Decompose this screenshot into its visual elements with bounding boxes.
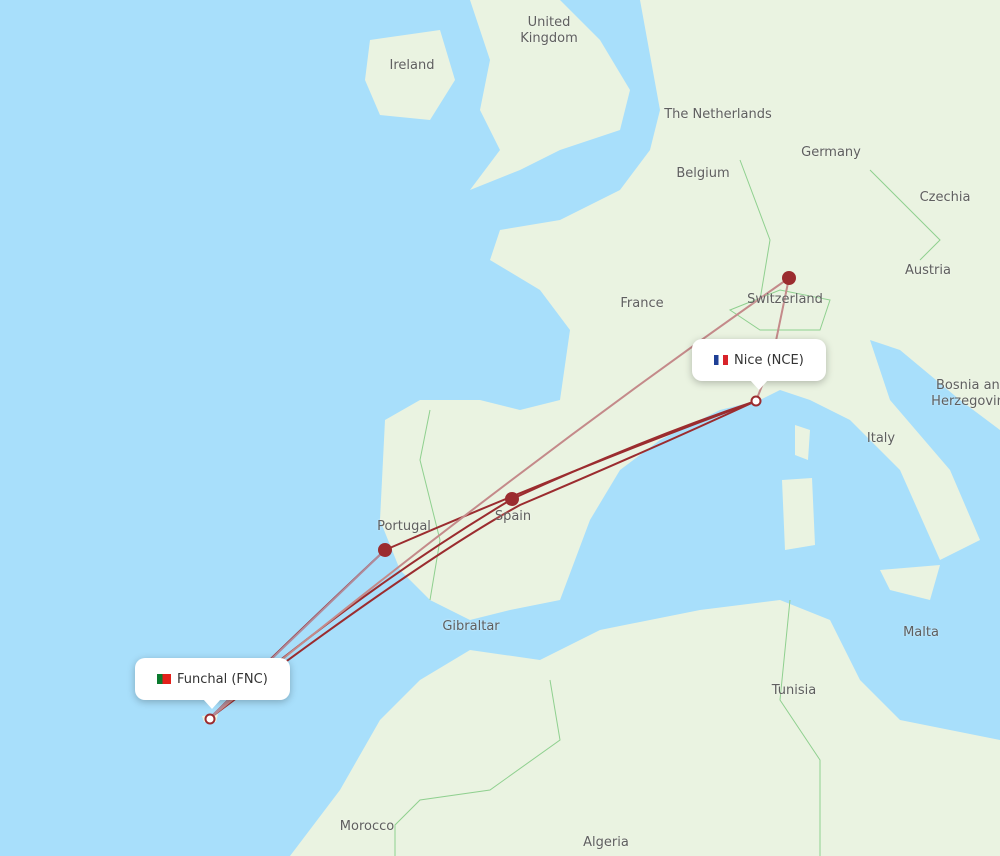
airport-marker-fnc[interactable] (204, 713, 216, 725)
airport-marker-nce[interactable] (750, 395, 762, 407)
label-united-kingdom: United Kingdom (520, 15, 578, 46)
label-netherlands: The Netherlands (664, 107, 772, 122)
stopover-lisbon-marker[interactable] (378, 543, 392, 557)
label-spain: Spain (494, 509, 532, 524)
land-corsica (795, 425, 810, 460)
land-ireland (365, 30, 455, 120)
label-malta: Malta (903, 625, 939, 640)
label-czechia: Czechia (919, 190, 971, 205)
airport-popup-fnc[interactable]: Funchal (FNC) (135, 658, 290, 709)
stopover-madrid-marker[interactable] (505, 492, 519, 506)
label-italy: Italy (866, 431, 896, 446)
airport-name-nce: Nice (NCE) (734, 352, 804, 368)
label-gibraltar: Gibraltar (442, 619, 500, 634)
label-ireland: Ireland (389, 58, 435, 73)
land-sicily (880, 565, 940, 600)
stopover-zurich-marker[interactable] (782, 271, 796, 285)
label-austria: Austria (905, 263, 951, 278)
label-belgium: Belgium (676, 166, 730, 181)
label-tunisia: Tunisia (771, 683, 817, 698)
france-flag-icon (714, 355, 728, 365)
label-france: France (620, 296, 664, 311)
portugal-flag-icon (157, 674, 171, 684)
label-germany: Germany (801, 145, 861, 160)
label-switzerland: Switzerland (747, 292, 823, 307)
label-morocco: Morocco (339, 819, 395, 834)
land-europe (380, 0, 1000, 620)
map-geography (202, 0, 1000, 856)
label-portugal: Portugal (377, 519, 431, 534)
land-africa (290, 600, 1000, 856)
airport-popup-nce[interactable]: Nice (NCE) (692, 339, 826, 390)
label-algeria: Algeria (583, 835, 629, 850)
airport-name-fnc: Funchal (FNC) (177, 671, 268, 687)
flight-route-map[interactable]: United Kingdom Ireland The Netherlands G… (0, 0, 1000, 856)
land-sardinia (782, 478, 815, 550)
label-bosnia: Bosnia and Herzegovina (931, 378, 1000, 409)
